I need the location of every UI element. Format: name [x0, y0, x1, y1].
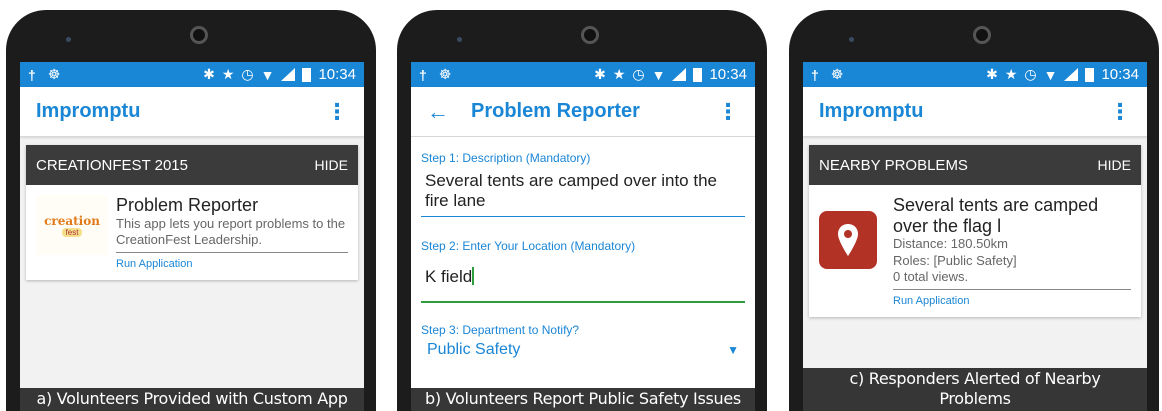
status-time: 10:34 [318, 66, 356, 83]
speaker-dot [66, 37, 71, 42]
alarm-icon: ◷ [1024, 66, 1037, 82]
location-field-wrap[interactable]: K field [421, 266, 745, 287]
front-camera [973, 26, 991, 44]
wifi-icon: ▼ [1043, 66, 1058, 83]
signal-icon [1064, 68, 1079, 81]
run-application-link[interactable]: Run Application [893, 295, 1131, 307]
app-title: Impromptu [36, 100, 141, 122]
android-icon: ☸ [47, 66, 61, 82]
battery-icon [693, 67, 703, 82]
problem-title: Several tents are camped over the flag l [893, 195, 1099, 236]
app-bar: ← Problem Reporter ⋮ [411, 87, 755, 137]
dropdown-arrow-icon[interactable]: ▼ [727, 343, 739, 357]
step3-label: Step 3: Department to Notify? [421, 323, 580, 338]
location-field[interactable]: K field [425, 267, 472, 286]
speaker-dot [457, 37, 462, 42]
item-description: This app lets you report problems to the… [116, 215, 346, 247]
card-header: CREATIONFEST 2015 HIDE [26, 145, 358, 185]
phone-c: † ☸ ✱ ★ ◷ ▼ 10:34 Impromptu ⋮ NEARBY PRO… [789, 10, 1159, 411]
logo-text: creation [44, 213, 100, 228]
card-title: NEARBY PROBLEMS [819, 156, 968, 174]
card-header: NEARBY PROBLEMS HIDE [809, 145, 1141, 185]
signal-icon [281, 68, 296, 81]
problem-distance: Distance: 180.50km [893, 236, 1008, 252]
app-title: Impromptu [819, 100, 924, 122]
status-time: 10:34 [709, 66, 747, 83]
battery-icon [302, 67, 312, 82]
alarm-icon: ◷ [241, 66, 254, 82]
overflow-menu-icon[interactable]: ⋮ [717, 100, 739, 123]
battery-icon [1085, 67, 1095, 82]
bluetooth-icon: ✱ [986, 66, 998, 82]
status-bar: † ☸ ✱ ★ ◷ ▼ 10:34 [803, 62, 1147, 87]
status-bar: † ☸ ✱ ★ ◷ ▼ 10:34 [411, 62, 755, 87]
screen-a: † ☸ ✱ ★ ◷ ▼ 10:34 Impromptu ⋮ CREATIONFE… [20, 62, 364, 411]
android-icon: ☸ [438, 66, 452, 82]
bluetooth-icon: ✱ [594, 66, 606, 82]
list-item[interactable]: creation fest Problem Reporter This app … [26, 185, 358, 280]
app-title: Problem Reporter [471, 100, 640, 122]
phone-b: † ☸ ✱ ★ ◷ ▼ 10:34 ← Problem Reporter ⋮ S… [397, 10, 767, 411]
text-cursor [472, 266, 475, 285]
overflow-menu-icon[interactable]: ⋮ [326, 100, 348, 123]
star-icon: ★ [1004, 66, 1018, 82]
department-select[interactable]: Public Safety ▼ [421, 337, 745, 359]
app-card: CREATIONFEST 2015 HIDE creation fest Pro… [26, 145, 358, 281]
signal-icon [672, 68, 687, 81]
department-select-value: Public Safety [427, 341, 521, 359]
usb-icon: † [28, 66, 36, 83]
star-icon: ★ [612, 66, 626, 82]
run-application-link[interactable]: Run Application [116, 258, 348, 270]
speaker-dot [849, 37, 854, 42]
step1-label: Step 1: Description (Mandatory) [421, 151, 591, 165]
map-pin-icon [819, 211, 877, 269]
problem-roles: Roles: [Public Safety] [893, 252, 1017, 268]
problem-views: 0 total views. [893, 268, 969, 284]
front-camera [581, 26, 599, 44]
screen-c: † ☸ ✱ ★ ◷ ▼ 10:34 Impromptu ⋮ NEARBY PRO… [803, 62, 1147, 411]
item-title: Problem Reporter [116, 195, 259, 215]
list-item[interactable]: Several tents are camped over the flag l… [809, 185, 1141, 317]
front-camera [190, 26, 208, 44]
app-bar: Impromptu ⋮ [803, 87, 1147, 137]
status-bar: † ☸ ✱ ★ ◷ ▼ 10:34 [20, 62, 364, 87]
usb-icon: † [419, 66, 427, 83]
caption-b: b) Volunteers Report Public Safety Issue… [411, 388, 755, 411]
wifi-icon: ▼ [651, 66, 666, 83]
status-time: 10:34 [1101, 66, 1139, 83]
alarm-icon: ◷ [632, 66, 645, 82]
creationfest-logo: creation fest [36, 195, 108, 255]
usb-icon: † [811, 66, 819, 83]
hide-button[interactable]: HIDE [1098, 157, 1131, 173]
hide-button[interactable]: HIDE [315, 157, 348, 173]
screen-b: † ☸ ✱ ★ ◷ ▼ 10:34 ← Problem Reporter ⋮ S… [411, 62, 755, 411]
app-bar: Impromptu ⋮ [20, 87, 364, 137]
description-field[interactable]: Several tents are camped over into the f… [421, 171, 745, 212]
nearby-problems-card: NEARBY PROBLEMS HIDE Several tents are c… [809, 145, 1141, 318]
card-title: CREATIONFEST 2015 [36, 156, 188, 174]
android-icon: ☸ [830, 66, 844, 82]
problem-form: Step 1: Description (Mandatory) Several … [411, 137, 755, 411]
caption-a: a) Volunteers Provided with Custom App [20, 388, 364, 411]
overflow-menu-icon[interactable]: ⋮ [1109, 100, 1131, 123]
bluetooth-icon: ✱ [203, 66, 215, 82]
wifi-icon: ▼ [260, 66, 275, 83]
phone-a: † ☸ ✱ ★ ◷ ▼ 10:34 Impromptu ⋮ CREATIONFE… [6, 10, 376, 411]
divider [893, 289, 1131, 291]
back-arrow-icon[interactable]: ← [427, 99, 449, 125]
star-icon: ★ [221, 66, 235, 82]
divider [116, 252, 348, 254]
caption-c: c) Responders Alerted of Nearby Problems [803, 368, 1147, 411]
logo-subtext: fest [61, 227, 83, 237]
step2-label: Step 2: Enter Your Location (Mandatory) [421, 238, 636, 253]
